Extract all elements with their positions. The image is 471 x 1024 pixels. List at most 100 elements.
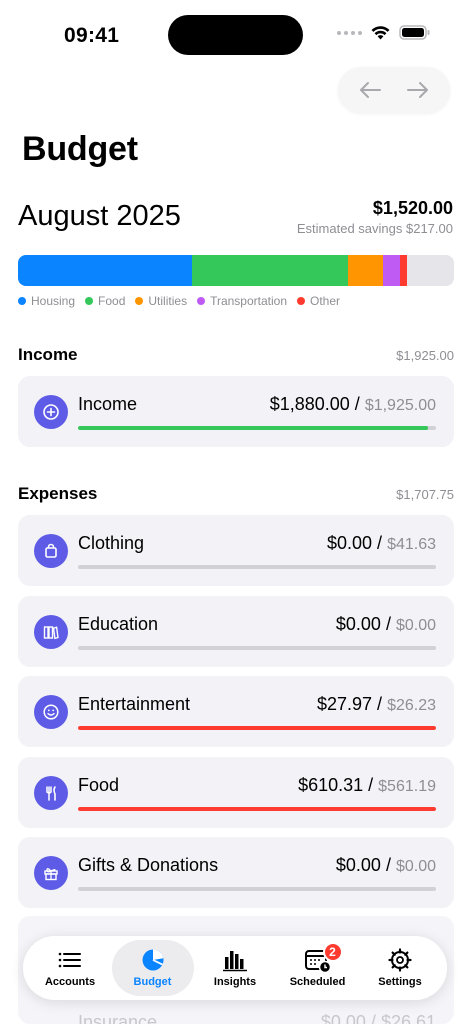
legend-dot [297,297,305,305]
category-budget: $26.23 [387,697,436,714]
category-amounts: $1,880.00 / $1,925.00 [270,394,436,415]
next-month-button[interactable] [400,72,436,108]
partial-category-row: Insurance $0.00 / $26.61 [18,1012,454,1024]
page-title: Budget [22,130,138,168]
category-amounts: $610.31 / $561.19 [298,775,436,796]
category-name: Clothing [78,533,145,553]
category-icon-badge [34,856,68,890]
smiley-icon [43,704,59,720]
category-spent: $610.31 [298,774,364,795]
estimated-savings: Estimated savings $217.00 [296,221,453,236]
expenses-section-amount: $1,707.75 [396,487,454,502]
legend-item-housing: Housing [18,294,75,308]
category-spent: $27.97 [316,694,373,714]
partial-category-name: Insurance [78,1012,158,1024]
tab-scheduled[interactable]: Scheduled 2 [277,940,359,996]
income-section-header: Income $1,925.00 [18,345,454,365]
category-card-entertainment[interactable]: Entertainment $27.97 / $26.23 [18,676,454,747]
tab-label: Accounts [44,976,96,988]
breakdown-segment-housing [18,255,192,286]
tab-settings[interactable]: Settings [359,940,441,996]
category-progress-fill [78,426,428,430]
tab-label: Settings [378,976,422,988]
category-card-education[interactable]: Education $0.00 / $0.00 [18,595,454,667]
category-card-food[interactable]: Food $610.31 / $561.19 [18,756,454,828]
amount-separator: / [372,533,388,553]
expenses-section-header: Expenses $1,707.75 [18,484,454,504]
pie-chart-icon [142,949,163,971]
category-progress-track [78,426,436,430]
bar-chart-icon [223,951,247,972]
category-name: Gifts & Donations [78,855,219,875]
partial-category-amount: $0.00 / $26.61 [320,1012,436,1024]
amount-separator: / [380,855,396,875]
status-time: 09:41 [64,24,120,47]
category-progress-fill [78,726,436,730]
legend-item-utilities: Utilities [135,294,187,308]
category-budget: $1,925.00 [364,397,436,414]
legend-label: Transportation [210,294,287,308]
tab-label: Scheduled [289,976,346,988]
breakdown-segment-other [400,255,407,286]
breakdown-segment-utilities [348,255,383,286]
category-icon-badge [34,395,68,429]
legend-dot [85,297,94,305]
amount-separator: / [349,394,365,414]
legend-dot [197,297,206,305]
income-section-title: Income [18,345,78,364]
category-budget: $41.63 [387,536,436,553]
category-icon-badge [34,614,68,649]
tab-bar: Accounts Budget Insights Scheduled 2 Settings [23,936,447,1000]
category-budget: $561.19 [378,777,436,795]
category-name: Education [78,613,159,634]
wifi-icon [371,26,390,40]
legend-label: Utilities [148,294,188,308]
list-icon [58,952,81,968]
legend-dot [18,297,26,305]
tab-insights[interactable]: Insights [194,940,276,996]
legend-item-food: Food [85,294,125,308]
legend-label: Other [310,294,341,308]
cellular-signal-icon [337,30,362,35]
status-bar: 09:41 [0,0,471,66]
spending-breakdown-bar [18,255,454,286]
category-progress-track [78,645,436,650]
arrow-left-icon [360,82,381,98]
category-spent: $0.00 [335,613,381,634]
expenses-section-title: Expenses [18,484,98,503]
category-spent: $0.00 [327,533,373,553]
breakdown-segment-transportation [382,255,401,286]
category-spent: $0.00 [335,855,381,875]
category-amounts: $0.00 / $0.00 [336,855,436,876]
category-name: Food [78,774,120,795]
category-spent: $1,880.00 [269,394,350,414]
amount-separator: / [380,613,396,634]
plus-circle-icon [43,404,59,420]
legend-dot [135,297,144,305]
tab-budget[interactable]: Budget [111,940,194,996]
category-card-income[interactable]: Income $1,880.00 / $1,925.00 [18,376,454,447]
tab-accounts[interactable]: Accounts [29,940,111,996]
month-navigation [338,67,450,113]
category-card-clothing[interactable]: Clothing $0.00 / $41.63 [18,515,454,586]
total-amount: $1,520.00 [372,198,453,218]
category-card-gifts-donations[interactable]: Gifts & Donations $0.00 / $0.00 [18,837,454,908]
status-icons [337,25,431,40]
legend-label: Housing [31,294,76,308]
category-progress-track [78,565,436,569]
previous-month-button[interactable] [352,72,388,108]
income-section-amount: $1,925.00 [396,348,454,363]
legend-label: Food [98,294,126,308]
category-progress-track [78,806,436,811]
breakdown-segment-food [191,255,349,286]
dynamic-island [168,15,303,55]
tab-label: Insights [213,976,257,988]
battery-icon [399,25,430,40]
gift-icon [44,868,58,881]
category-progress-track [78,726,436,730]
category-budget: $0.00 [395,858,436,875]
category-name: Income [78,394,138,414]
category-amounts: $27.97 / $26.23 [317,694,436,715]
books-icon [43,625,59,639]
legend-item-other: Other [297,294,340,308]
